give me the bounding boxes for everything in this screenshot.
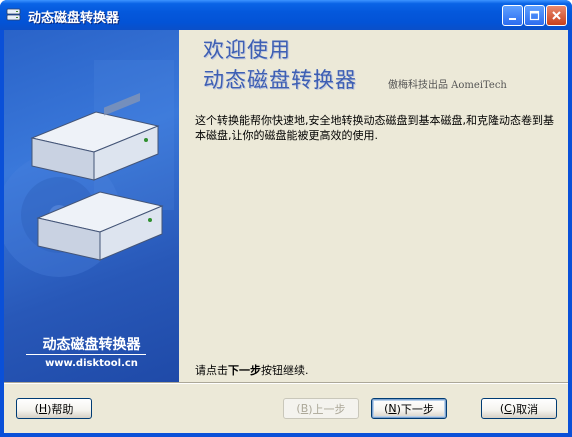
continue-emphasis: 下一步 xyxy=(228,364,261,377)
maximize-button[interactable] xyxy=(524,5,545,26)
back-button-label: )上一步 xyxy=(308,402,346,416)
banner-url: www.disktool.cn xyxy=(45,358,138,369)
cancel-button-label: )取消 xyxy=(511,402,539,416)
banner-divider xyxy=(26,354,146,355)
app-disk-icon[interactable] xyxy=(6,7,22,23)
next-button[interactable]: (N)下一步 xyxy=(371,398,447,419)
cancel-button[interactable]: (C)取消 xyxy=(481,398,557,419)
maximize-icon xyxy=(529,10,540,21)
title-bar[interactable]: 动态磁盘转换器 xyxy=(0,0,572,30)
app-window: 动态磁盘转换器 动态磁盘转换器 www.disktool.cn 欢迎使用 动态磁… xyxy=(0,0,572,437)
button-separator xyxy=(4,382,568,384)
window-title: 动态磁盘转换器 xyxy=(28,11,120,26)
help-button-label: )帮助 xyxy=(47,402,74,416)
hard-disk-icon xyxy=(4,60,174,277)
help-button[interactable]: (H)帮助 xyxy=(16,398,92,419)
back-button[interactable]: (B)上一步 xyxy=(283,398,359,419)
close-button[interactable] xyxy=(546,5,567,26)
continue-prefix: 请点击 xyxy=(195,364,228,377)
continue-instruction: 请点击下一步按钮继续. xyxy=(195,362,309,378)
banner-title: 动态磁盘转换器 xyxy=(42,337,141,353)
description-text: 这个转换能帮你快速地,安全地转换动态磁盘到基本磁盘,和克隆动态卷到基本磁盘,让你… xyxy=(195,114,554,142)
cancel-button-accel: C xyxy=(504,402,512,415)
welcome-heading: 欢迎使用 xyxy=(203,38,291,62)
minimize-button[interactable] xyxy=(502,5,523,26)
next-button-label: )下一步 xyxy=(396,402,434,416)
back-button-accel: B xyxy=(300,402,309,415)
product-heading: 动态磁盘转换器 xyxy=(203,68,357,92)
close-icon xyxy=(552,11,561,20)
help-button-accel: H xyxy=(38,402,48,415)
wizard-banner: 动态磁盘转换器 www.disktool.cn xyxy=(4,30,179,382)
minimize-icon xyxy=(509,18,516,20)
wizard-content: 欢迎使用 动态磁盘转换器 傲梅科技出品 AomeiTech 这个转换能帮你快速地… xyxy=(179,30,568,382)
continue-suffix: 按钮继续. xyxy=(261,364,309,377)
wizard-client-area: 动态磁盘转换器 www.disktool.cn 欢迎使用 动态磁盘转换器 傲梅科… xyxy=(4,30,568,433)
publisher-label: 傲梅科技出品 AomeiTech xyxy=(388,80,507,91)
next-button-accel: N xyxy=(388,402,397,415)
